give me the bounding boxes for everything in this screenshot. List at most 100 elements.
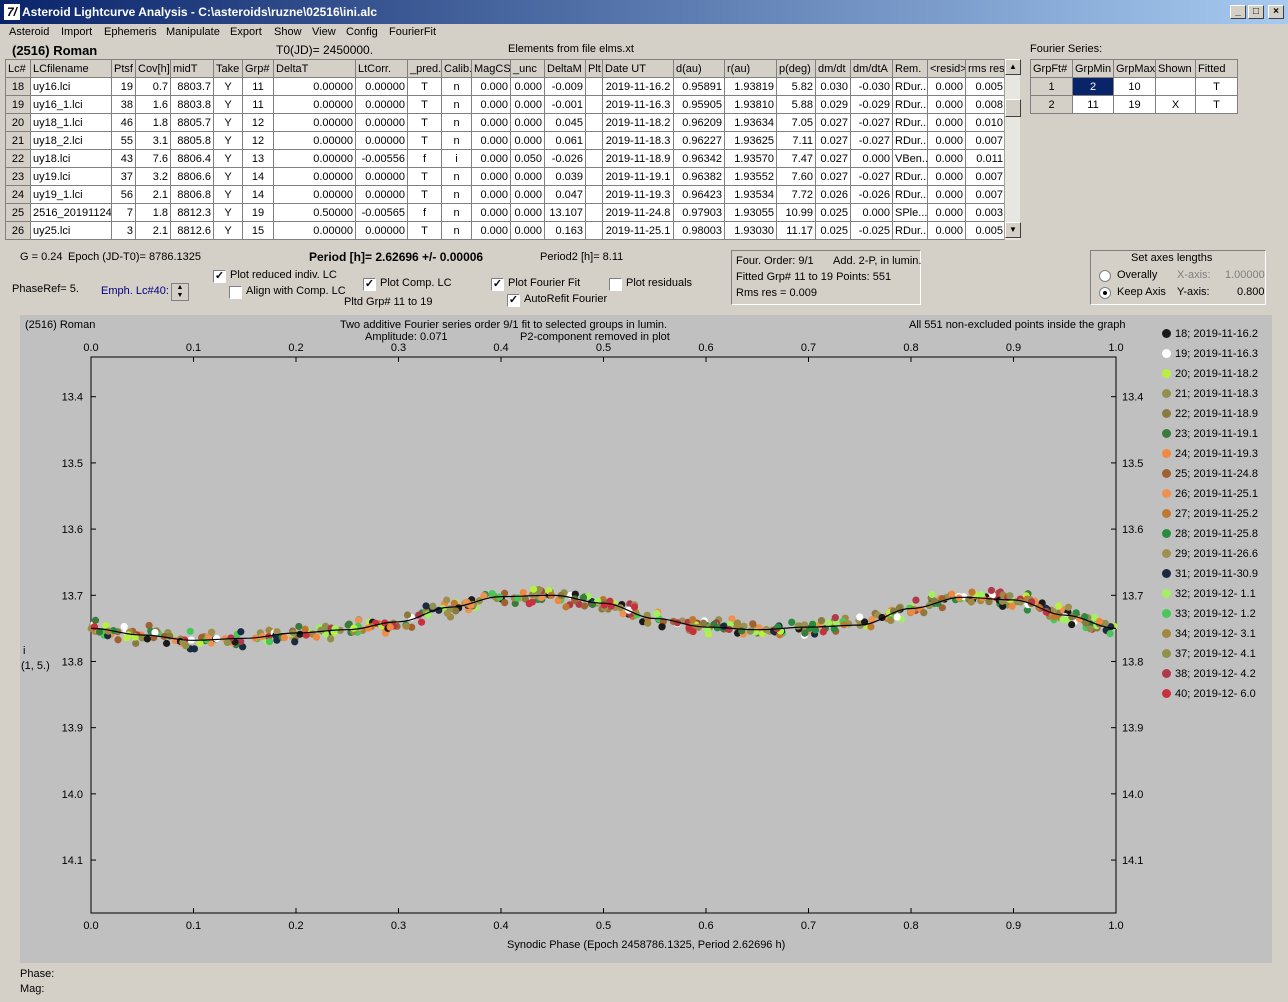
- plot-residuals-checkbox[interactable]: [609, 278, 622, 291]
- lc-table-cell[interactable]: 1.93634: [724, 113, 777, 132]
- lc-table-cell[interactable]: 0.00000: [355, 221, 408, 240]
- lc-table-cell[interactable]: 19: [111, 77, 136, 96]
- lc-table-cell[interactable]: 0.000: [471, 185, 511, 204]
- lc-table-cell[interactable]: n: [441, 185, 472, 204]
- lc-table-cell[interactable]: 0.96227: [673, 131, 725, 150]
- lc-table-cell[interactable]: 5.88: [776, 95, 816, 114]
- lc-table-cell[interactable]: f: [407, 149, 442, 168]
- lc-table-cell[interactable]: 0.96209: [673, 113, 725, 132]
- fourier-table-cell[interactable]: 1: [1030, 77, 1073, 96]
- lc-table-cell[interactable]: n: [441, 113, 472, 132]
- lc-table-cell[interactable]: T: [407, 77, 442, 96]
- lc-table-cell[interactable]: 3: [111, 221, 136, 240]
- lc-table-cell[interactable]: 2019-11-16.2: [602, 77, 674, 96]
- lc-table-cell[interactable]: 0.047: [544, 185, 586, 204]
- lc-table-cell[interactable]: [585, 203, 603, 222]
- lc-table-cell[interactable]: 25: [5, 203, 31, 222]
- lc-table-cell[interactable]: 19: [242, 203, 274, 222]
- menu-asteroid[interactable]: Asteroid: [9, 26, 49, 38]
- lc-col-header[interactable]: _pred.: [407, 59, 442, 78]
- lc-col-header[interactable]: r(au): [724, 59, 777, 78]
- lc-table-cell[interactable]: [585, 113, 603, 132]
- fourier-col-header[interactable]: GrpMin: [1072, 59, 1114, 78]
- lc-table-cell[interactable]: 2019-11-18.9: [602, 149, 674, 168]
- lc-table-cell[interactable]: 0.000: [471, 149, 511, 168]
- lc-table-cell[interactable]: RDur...: [892, 167, 928, 186]
- lc-table-cell[interactable]: -0.026: [850, 185, 893, 204]
- lc-table-cell[interactable]: 0.027: [815, 131, 851, 150]
- lc-table-cell[interactable]: 0.00000: [355, 113, 408, 132]
- lc-table-cell[interactable]: 0.000: [927, 131, 966, 150]
- lc-table-cell[interactable]: Y: [213, 113, 243, 132]
- lc-col-header[interactable]: LtCorr.: [355, 59, 408, 78]
- lc-table-cell[interactable]: [585, 149, 603, 168]
- lc-table-cell[interactable]: -0.001: [544, 95, 586, 114]
- autorefit-checkbox[interactable]: ✓: [507, 294, 520, 307]
- minimize-icon-button[interactable]: _: [1230, 5, 1246, 19]
- lc-table-cell[interactable]: 0.005: [965, 221, 1005, 240]
- lc-table-cell[interactable]: 7.60: [776, 167, 816, 186]
- lc-table-cell[interactable]: RDur...: [892, 131, 928, 150]
- lc-table-cell[interactable]: 55: [111, 131, 136, 150]
- lc-table-cell[interactable]: RDur...: [892, 185, 928, 204]
- lc-col-header[interactable]: Date UT: [602, 59, 674, 78]
- lc-table-cell[interactable]: 0.000: [850, 203, 893, 222]
- lc-col-header[interactable]: Cov[h]: [135, 59, 171, 78]
- lc-table-cell[interactable]: 1.93810: [724, 95, 777, 114]
- lc-table-cell[interactable]: 2.1: [135, 221, 171, 240]
- fourier-table-cell[interactable]: 11: [1072, 95, 1114, 114]
- lc-table-cell[interactable]: 2019-11-24.8: [602, 203, 674, 222]
- lc-table-cell[interactable]: 26: [5, 221, 31, 240]
- lc-table-cell[interactable]: 0.025: [815, 221, 851, 240]
- lc-table-cell[interactable]: 0.50000: [273, 203, 356, 222]
- lc-table-cell[interactable]: 8805.7: [170, 113, 214, 132]
- lc-table-cell[interactable]: 8812.6: [170, 221, 214, 240]
- lc-table-cell[interactable]: T: [407, 185, 442, 204]
- lc-table-cell[interactable]: 0.000: [850, 149, 893, 168]
- lc-table-cell[interactable]: 0.00000: [355, 185, 408, 204]
- lc-table-cell[interactable]: 0.95891: [673, 77, 725, 96]
- maximize-button[interactable]: □: [1248, 5, 1264, 19]
- lc-table-cell[interactable]: 8805.8: [170, 131, 214, 150]
- lc-table-cell[interactable]: 0.000: [471, 221, 511, 240]
- lc-table-cell[interactable]: 0.027: [815, 113, 851, 132]
- lc-table-cell[interactable]: 0.000: [510, 185, 545, 204]
- lc-table-cell[interactable]: -0.00565: [355, 203, 408, 222]
- lc-table-cell[interactable]: 0.027: [815, 167, 851, 186]
- lc-table-cell[interactable]: 2516_20191124: [30, 203, 112, 222]
- lc-table-cell[interactable]: 18: [5, 77, 31, 96]
- lc-table-cell[interactable]: 0.000: [927, 203, 966, 222]
- fourier-table-row[interactable]: 1 2 10 T: [1030, 77, 1238, 96]
- keep-axis-radio[interactable]: [1099, 287, 1111, 299]
- lc-table-cell[interactable]: Y: [213, 77, 243, 96]
- fourier-table-cell[interactable]: 2: [1072, 77, 1114, 96]
- lc-table-cell[interactable]: 2.1: [135, 185, 171, 204]
- lc-table-cell[interactable]: Y: [213, 95, 243, 114]
- lc-table-cell[interactable]: uy19_1.lci: [30, 185, 112, 204]
- menu-config[interactable]: Config: [346, 26, 378, 38]
- lc-table-cell[interactable]: 1.8: [135, 113, 171, 132]
- lc-table-cell[interactable]: VBen...: [892, 149, 928, 168]
- lightcurve-plot[interactable]: (2516) Roman Two additive Fourier series…: [20, 315, 1272, 963]
- lightcurve-table[interactable]: Lc# LCfilename Ptsf Cov[h] midT Take Grp# Delta…: [5, 59, 1005, 240]
- lc-table-cell[interactable]: T: [407, 131, 442, 150]
- lc-table-cell[interactable]: 2019-11-19.3: [602, 185, 674, 204]
- lc-table-cell[interactable]: 0.000: [927, 221, 966, 240]
- lc-table-cell[interactable]: 0.000: [510, 203, 545, 222]
- lc-col-header[interactable]: p(deg): [776, 59, 816, 78]
- lc-table-cell[interactable]: 8812.3: [170, 203, 214, 222]
- lc-table-cell[interactable]: 7: [111, 203, 136, 222]
- lc-table-cell[interactable]: n: [441, 95, 472, 114]
- lc-table-cell[interactable]: T: [407, 95, 442, 114]
- lc-table-cell[interactable]: 13.107: [544, 203, 586, 222]
- lc-table-cell[interactable]: 0.027: [815, 149, 851, 168]
- lc-table-cell[interactable]: 0.00000: [273, 149, 356, 168]
- lc-table-cell[interactable]: n: [441, 131, 472, 150]
- lc-table-cell[interactable]: 0.000: [927, 167, 966, 186]
- lc-table-cell[interactable]: 0.050: [510, 149, 545, 168]
- x-axis-value[interactable]: 1.00000: [1225, 269, 1265, 281]
- lc-table-cell[interactable]: 0.000: [927, 149, 966, 168]
- lc-table-cell[interactable]: n: [441, 167, 472, 186]
- lc-table-cell[interactable]: 12: [242, 131, 274, 150]
- lc-table-cell[interactable]: -0.025: [850, 221, 893, 240]
